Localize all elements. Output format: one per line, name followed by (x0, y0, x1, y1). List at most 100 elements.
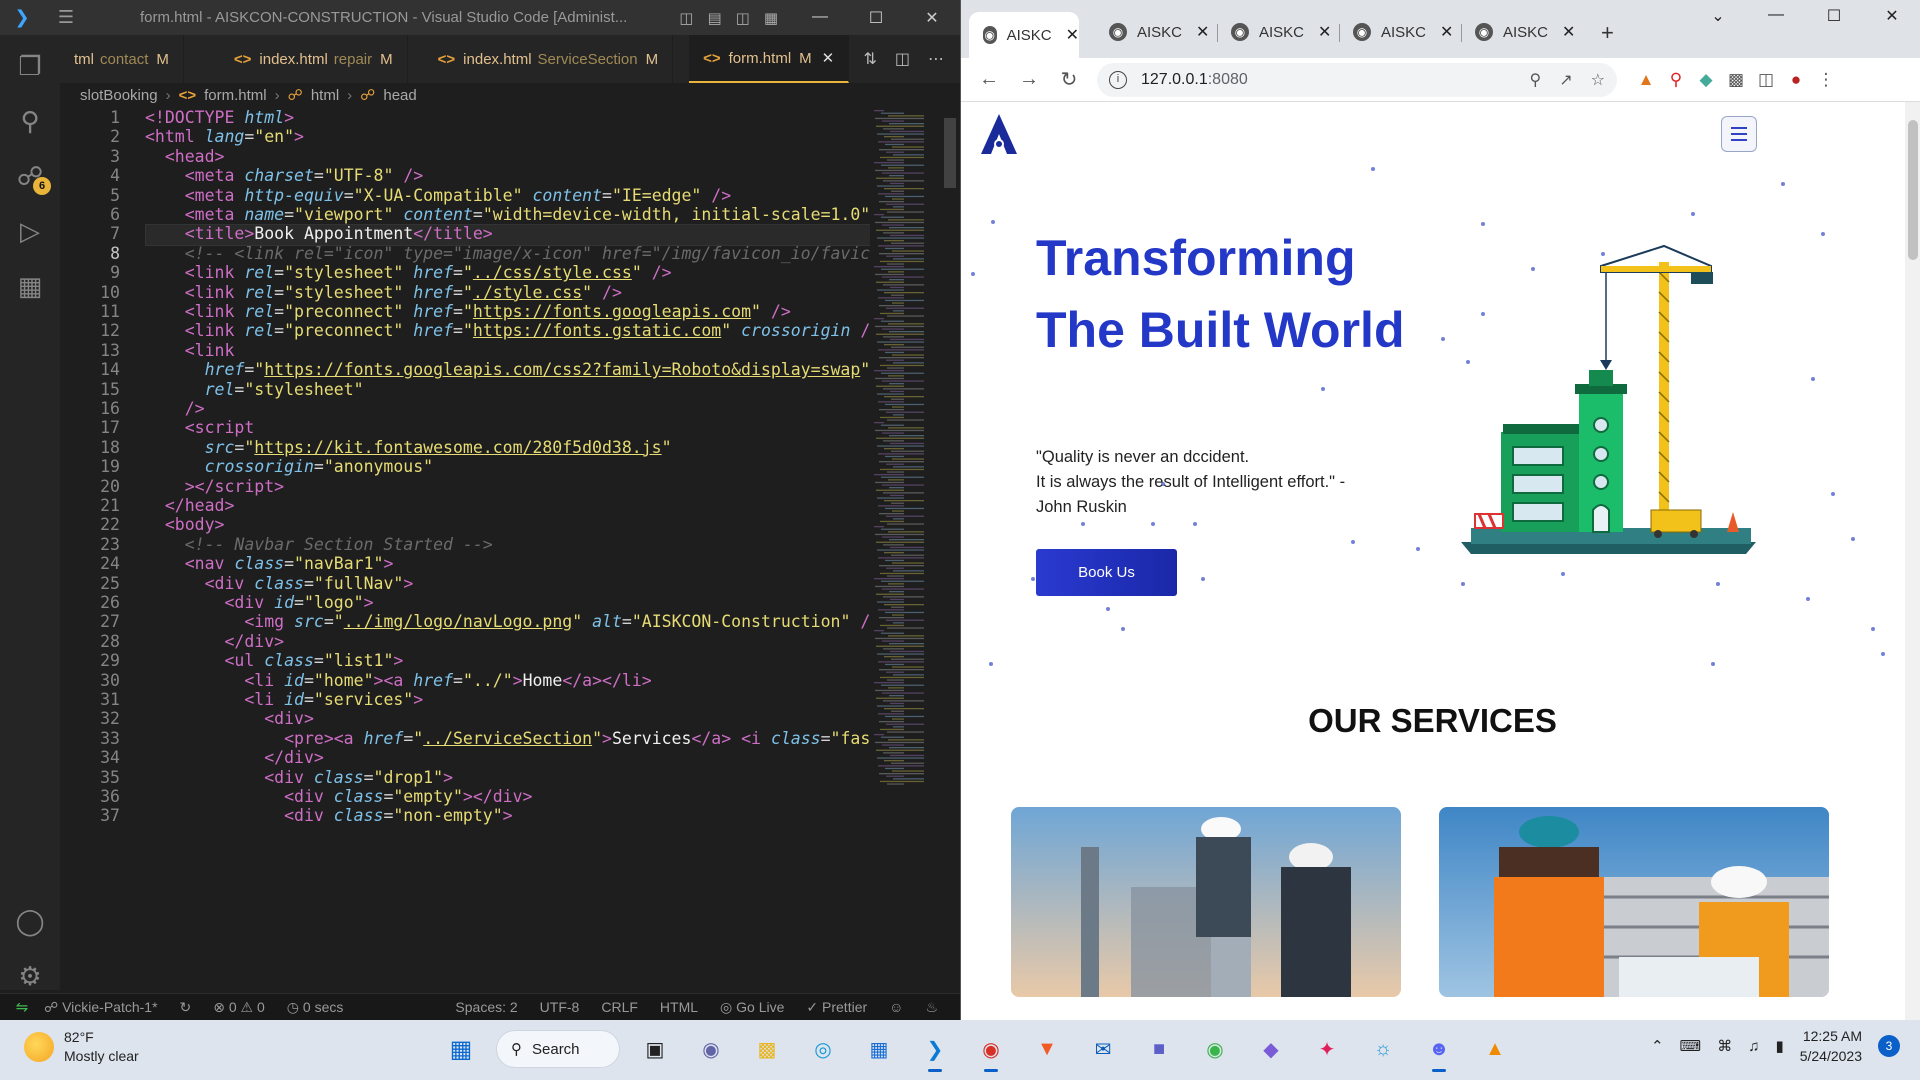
close-tab-icon[interactable]: ✕ (1562, 22, 1575, 42)
tab-search-icon[interactable]: ⌄ (1689, 6, 1747, 26)
vlc-icon[interactable]: ▲ (1474, 1028, 1516, 1070)
reload-button[interactable]: ↻ (1049, 67, 1089, 92)
encoding-status[interactable]: UTF-8 (540, 999, 580, 1016)
vscode-taskbar-icon[interactable]: ❯ (914, 1028, 956, 1072)
chevron-up-icon[interactable]: ⌃ (1651, 1037, 1664, 1055)
tab-index-servicesection[interactable]: <> index.html ServiceSection M (408, 35, 674, 83)
tab-index-repair[interactable]: <> index.html repair M (184, 35, 408, 83)
wifi-icon[interactable]: ⌘ (1717, 1037, 1732, 1055)
book-us-button[interactable]: Book Us (1036, 549, 1177, 596)
explorer-icon[interactable]: ❐ (0, 40, 60, 92)
browser-tab[interactable]: ◉ AISKC ✕ (1109, 16, 1209, 48)
weather-widget[interactable]: 82°F Mostly clear (24, 1028, 139, 1066)
start-button[interactable]: ▦ (440, 1028, 482, 1070)
edge-icon[interactable]: ◎ (802, 1028, 844, 1070)
chrome-menu-icon[interactable]: ⋮ (1811, 70, 1841, 90)
discord-icon[interactable]: ☻ (1418, 1028, 1460, 1072)
notifications-bell-icon[interactable]: ♨ (925, 999, 938, 1016)
close-tab-icon[interactable]: ✕ (1066, 25, 1079, 45)
scrollbar-thumb[interactable] (944, 118, 956, 188)
eol-status[interactable]: CRLF (601, 999, 638, 1016)
golive-status[interactable]: ◎ Go Live (720, 999, 784, 1016)
colorful-extension-icon[interactable]: ◆ (1691, 70, 1721, 90)
source-control-icon[interactable]: ☍ 6 (0, 150, 60, 202)
site-logo[interactable] (979, 112, 1019, 156)
clock[interactable]: 12:25 AM 5/24/2023 (1800, 1026, 1862, 1066)
slack-icon[interactable]: ✦ (1306, 1028, 1348, 1070)
side-panel-icon[interactable]: ◫ (1751, 70, 1781, 90)
hamburger-menu-button[interactable] (1721, 116, 1757, 152)
taskbar-search[interactable]: ⚲ Search (496, 1030, 620, 1068)
scrollbar-thumb[interactable] (1908, 120, 1918, 260)
tab-contact[interactable]: tml contact M (60, 35, 184, 83)
split-editor-icon[interactable]: ◫ (895, 49, 910, 69)
browser-tab-active[interactable]: ◉ AISKC ✕ (969, 12, 1079, 62)
breadcrumb-file[interactable]: form.html (204, 87, 267, 104)
branch-status[interactable]: ☍ Vickie-Patch-1* (44, 999, 158, 1016)
teams-chat-icon[interactable]: ◉ (690, 1028, 732, 1070)
open-changes-icon[interactable]: ⇅ (863, 49, 876, 69)
profile-avatar[interactable]: ● (1781, 70, 1811, 90)
maximize-button[interactable]: ☐ (1805, 6, 1863, 26)
minimize-button[interactable]: — (792, 8, 848, 28)
service-card-image[interactable] (1439, 807, 1829, 997)
problems-status[interactable]: ⊗ 0 ⚠ 0 (213, 999, 265, 1016)
more-actions-icon[interactable]: ⋯ (928, 49, 944, 69)
android-studio-icon[interactable]: ◉ (1194, 1028, 1236, 1070)
metamask-extension-icon[interactable]: ▲ (1631, 70, 1661, 90)
brave-icon[interactable]: ▼ (1026, 1028, 1068, 1070)
close-tab-icon[interactable]: ✕ (1318, 22, 1331, 42)
feedback-icon[interactable]: ☺ (889, 999, 903, 1016)
accounts-icon[interactable]: ◯ (0, 895, 60, 947)
chrome-taskbar-icon[interactable]: ◉ (970, 1028, 1012, 1072)
store-icon[interactable]: ▦ (858, 1028, 900, 1070)
app-icon[interactable]: ◆ (1250, 1028, 1292, 1070)
maximize-button[interactable]: ☐ (848, 8, 904, 28)
hotspot-icon[interactable]: ☼ (1362, 1028, 1404, 1070)
toggle-primary-sidebar-icon[interactable]: ◫ (679, 9, 693, 27)
forward-button[interactable]: → (1009, 68, 1049, 91)
indentation-status[interactable]: Spaces: 2 (455, 999, 517, 1016)
toggle-secondary-sidebar-icon[interactable]: ◫ (736, 9, 750, 27)
extensions-icon[interactable]: ▦ (0, 260, 60, 312)
new-tab-button[interactable]: + (1601, 20, 1614, 46)
file-explorer-icon[interactable]: ▩ (746, 1028, 788, 1070)
back-button[interactable]: ← (969, 68, 1009, 91)
service-card-image[interactable] (1011, 807, 1401, 997)
close-button[interactable]: ✕ (1863, 6, 1920, 26)
browser-tab[interactable]: ◉ AISKC ✕ (1231, 16, 1331, 48)
toggle-panel-icon[interactable]: ▤ (707, 9, 721, 27)
keyboard-icon[interactable]: ⌨ (1680, 1037, 1702, 1055)
run-debug-icon[interactable]: ▷ (0, 205, 60, 257)
vscode-logo-icon[interactable]: ❯ (0, 0, 44, 35)
close-tab-icon[interactable]: ✕ (822, 49, 835, 67)
teams-icon[interactable]: ■ (1138, 1028, 1180, 1070)
code-editor[interactable]: 1 2 3 4 5 6 7 8 9 10 11 12 13 14 15 16 17 18 19 20 21 22 23 24 2… (60, 108, 870, 988)
breadcrumb-folder[interactable]: slotBooking (80, 87, 158, 104)
editor-scrollbar[interactable] (942, 108, 958, 988)
menu-icon[interactable]: ☰ (44, 7, 88, 28)
close-tab-icon[interactable]: ✕ (1440, 22, 1453, 42)
share-icon[interactable]: ↗ (1559, 70, 1572, 90)
task-view-icon[interactable]: ▣ (634, 1028, 676, 1070)
extensions-puzzle-icon[interactable]: ▩ (1721, 70, 1751, 90)
bookmark-star-icon[interactable]: ☆ (1591, 70, 1605, 90)
zoom-icon[interactable]: ⚲ (1530, 70, 1542, 90)
close-button[interactable]: ✕ (904, 8, 960, 28)
prettier-status[interactable]: ✓ Prettier (806, 999, 867, 1016)
breadcrumb-element[interactable]: head (383, 87, 416, 104)
language-status[interactable]: HTML (660, 999, 698, 1016)
browser-tab[interactable]: ◉ AISKC ✕ (1353, 16, 1453, 48)
address-bar[interactable]: i 127.0.0.1:8080 ⚲ ↗ ☆ (1097, 62, 1617, 97)
remote-icon[interactable]: ⇋ (0, 994, 44, 1021)
minimize-button[interactable]: — (1747, 6, 1805, 26)
breadcrumb-element[interactable]: html (311, 87, 339, 104)
notification-badge[interactable]: 3 (1878, 1035, 1900, 1057)
close-tab-icon[interactable]: ✕ (1196, 22, 1209, 42)
customize-layout-icon[interactable]: ▦ (764, 9, 778, 27)
minimap[interactable] (870, 108, 940, 988)
browser-tab[interactable]: ◉ AISKC ✕ (1475, 16, 1575, 48)
tab-form[interactable]: <> form.html M ✕ (689, 35, 850, 83)
search-icon[interactable]: ⚲ (0, 95, 60, 147)
volume-icon[interactable]: ♫ (1748, 1038, 1759, 1055)
